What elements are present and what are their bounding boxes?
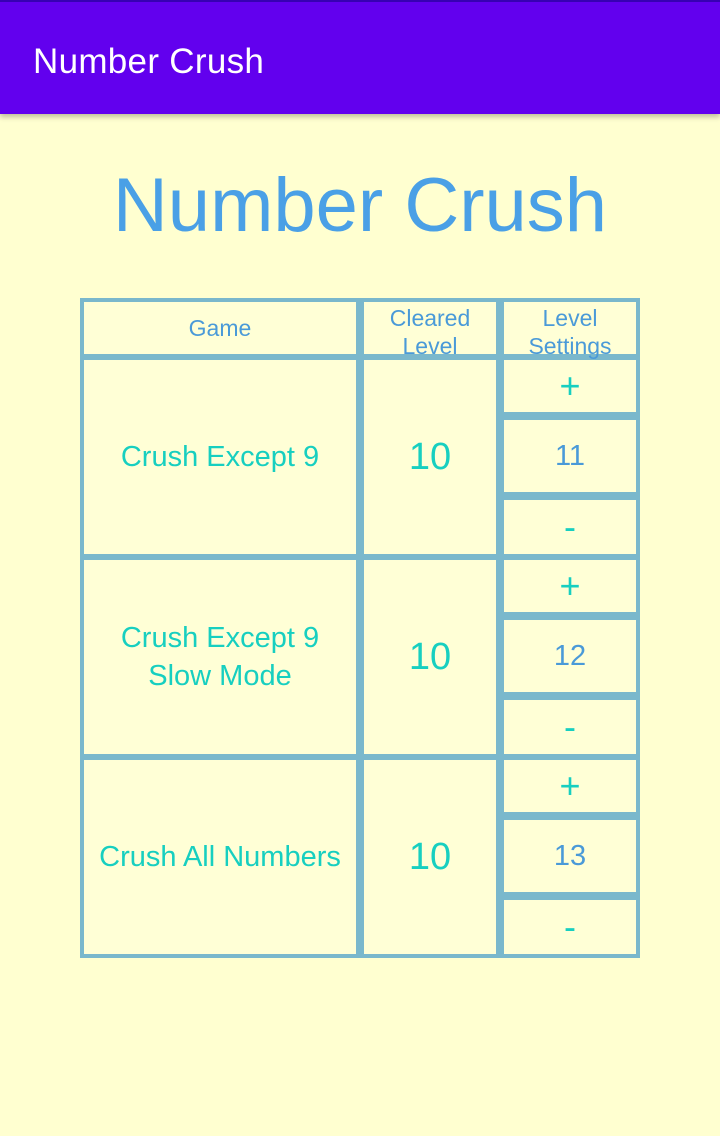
header-cleared-level: Cleared Level: [364, 302, 496, 359]
level-setting-value: 12: [504, 620, 636, 692]
app-bar: Number Crush: [0, 0, 720, 114]
level-setting-value: 13: [504, 820, 636, 892]
header-level-settings: Level Settings: [504, 302, 636, 359]
increase-level-button[interactable]: +: [504, 760, 636, 812]
cleared-level-value: 10: [364, 360, 496, 554]
cleared-level-value: 10: [364, 760, 496, 954]
decrease-level-button[interactable]: -: [504, 900, 636, 954]
app-bar-title: Number Crush: [33, 42, 265, 81]
game-name[interactable]: Crush All Numbers: [84, 760, 356, 954]
cleared-level-value: 10: [364, 560, 496, 754]
decrease-level-button[interactable]: -: [504, 500, 636, 554]
game-name[interactable]: Crush Except 9: [84, 360, 356, 554]
decrease-level-button[interactable]: -: [504, 700, 636, 754]
levels-table: Game Cleared Level Level Settings Crush …: [80, 298, 640, 958]
increase-level-button[interactable]: +: [504, 360, 636, 412]
increase-level-button[interactable]: +: [504, 560, 636, 612]
game-name[interactable]: Crush Except 9 Slow Mode: [84, 560, 356, 754]
page-title: Number Crush: [112, 163, 608, 248]
header-game: Game: [84, 302, 356, 354]
level-setting-value: 11: [504, 420, 636, 492]
